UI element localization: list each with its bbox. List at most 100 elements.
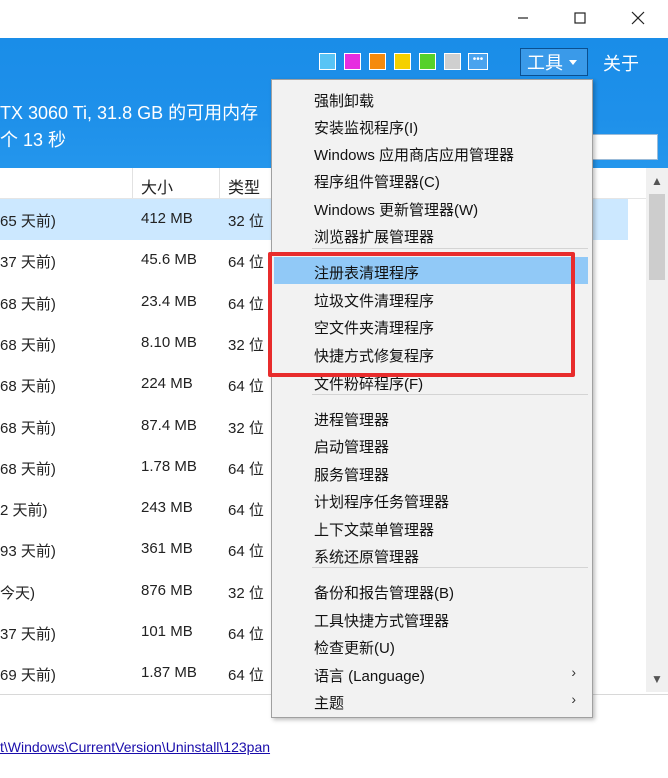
menu-item-label: 强制卸载 (314, 93, 375, 110)
tools-label: 工具 (527, 53, 563, 73)
chevron-down-icon (569, 59, 577, 65)
maximize-button[interactable] (557, 0, 603, 36)
install-date-cell: 37 天前) (0, 254, 56, 272)
menu-separator (312, 248, 588, 249)
search-input[interactable] (590, 134, 658, 160)
menu-item[interactable]: 程序组件管理器(C) (272, 166, 592, 193)
size-cell: 876 MB (141, 581, 193, 599)
tools-menu-button[interactable]: 工具 (520, 48, 588, 76)
type-cell: 64 位 (228, 460, 264, 478)
type-cell: 64 位 (228, 626, 264, 643)
menu-item-label: 语言 (Language) (314, 668, 425, 685)
size-cell: 23.4 MB (141, 292, 197, 310)
type-cell: 64 位 (228, 378, 264, 396)
menu-item[interactable]: Windows 应用商店应用管理器 (272, 139, 592, 166)
install-date-cell: 68 天前) (0, 336, 56, 354)
color-swatch[interactable] (319, 53, 336, 70)
menu-item-label: 启动管理器 (314, 439, 390, 456)
install-date-cell: 68 天前) (0, 378, 56, 396)
type-cell: 32 位 (228, 213, 264, 230)
install-date-cell: 2 天前) (0, 502, 48, 520)
install-date-cell: 37 天前) (0, 626, 56, 643)
install-date-cell: 68 天前) (0, 419, 56, 437)
size-cell: 87.4 MB (141, 416, 197, 434)
install-date-cell: 65 天前) (0, 213, 56, 230)
scroll-up-icon[interactable]: ▲ (646, 170, 668, 192)
color-swatch[interactable] (419, 53, 436, 70)
menu-item[interactable]: 检查更新(U) (272, 632, 592, 659)
size-cell: 412 MB (141, 210, 193, 227)
maximize-icon (574, 12, 586, 24)
scroll-thumb[interactable] (649, 194, 665, 280)
menu-item-label: 上下文菜单管理器 (314, 522, 435, 539)
menu-item-label: 服务管理器 (314, 467, 390, 484)
type-cell: 64 位 (228, 254, 264, 272)
column-separator[interactable] (132, 168, 133, 198)
size-cell: 1.87 MB (141, 664, 197, 682)
menu-item[interactable]: 浏览器扩展管理器 (272, 221, 592, 248)
menu-item[interactable]: 上下文菜单管理器 (272, 514, 592, 541)
registry-path-link[interactable]: t\Windows\CurrentVersion\Uninstall\123pa… (0, 739, 270, 755)
system-info-text: TX 3060 Ti, 31.8 GB 的可用内存 (0, 103, 259, 123)
about-button[interactable]: 关于 (603, 50, 639, 76)
scroll-down-icon[interactable]: ▼ (646, 668, 668, 690)
menu-item[interactable]: 语言 (Language) › (272, 660, 592, 687)
column-type-header[interactable]: 类型 (228, 174, 260, 198)
install-date-cell: 69 天前) (0, 667, 56, 685)
size-cell: 243 MB (141, 499, 193, 517)
size-cell: 8.10 MB (141, 333, 197, 351)
size-cell: 361 MB (141, 540, 193, 558)
column-separator[interactable] (219, 168, 220, 198)
menu-item[interactable]: Windows 更新管理器(W) (272, 194, 592, 221)
menu-item[interactable]: 备份和报告管理器(B) (272, 577, 592, 604)
type-cell: 32 位 (228, 584, 264, 602)
menu-item[interactable]: 服务管理器 (272, 459, 592, 486)
menu-item-label: 备份和报告管理器(B) (314, 585, 454, 602)
type-cell: 64 位 (228, 543, 264, 561)
menu-item-label: 系统还原管理器 (314, 549, 420, 566)
menu-item[interactable]: 系统还原管理器 (272, 541, 592, 568)
menu-item-label: 主题 (314, 695, 345, 712)
close-button[interactable] (615, 0, 661, 36)
size-cell: 224 MB (141, 375, 193, 393)
close-icon (631, 11, 645, 25)
chevron-right-icon: › (571, 691, 576, 707)
minimize-button[interactable] (500, 0, 546, 36)
type-cell: 64 位 (228, 502, 264, 520)
menu-item[interactable]: 主题 › (272, 687, 592, 714)
color-swatch[interactable] (394, 53, 411, 70)
menu-item[interactable]: 启动管理器 (272, 431, 592, 458)
tools-dropdown-menu: 强制卸载安装监视程序(I) Windows 应用商店应用管理器 程序组件管理器(C)… (271, 79, 593, 718)
chevron-right-icon: › (571, 664, 576, 680)
menu-item[interactable]: 进程管理器 (272, 404, 592, 431)
menu-item[interactable]: 工具快捷方式管理器 (272, 605, 592, 632)
type-cell: 32 位 (228, 419, 264, 437)
install-date-cell: 93 天前) (0, 543, 56, 561)
menu-item[interactable]: 安装监视程序(I) (272, 112, 592, 139)
menu-item-label: 安装监视程序(I) (314, 120, 419, 137)
menu-item[interactable]: 强制卸载 (272, 85, 592, 112)
type-cell: 64 位 (228, 295, 264, 313)
menu-item[interactable]: 计划程序任务管理器 (272, 486, 592, 513)
minimize-icon (518, 17, 528, 19)
install-date-cell: 68 天前) (0, 295, 56, 313)
column-size-header[interactable]: 大小 (141, 174, 173, 198)
title-bar (0, 0, 668, 38)
type-cell: 64 位 (228, 667, 264, 685)
color-swatch[interactable] (344, 53, 361, 70)
menu-item-label: 程序组件管理器(C) (314, 174, 440, 191)
color-swatch[interactable] (444, 53, 461, 70)
menu-item-label: 工具快捷方式管理器 (314, 613, 450, 630)
time-info-text: 个 13 秒 (0, 130, 67, 150)
highlight-annotation-box (268, 252, 575, 377)
more-colors-button[interactable]: ••• (468, 53, 488, 70)
size-cell: 45.6 MB (141, 251, 197, 269)
color-swatch[interactable] (369, 53, 386, 70)
menu-item-label: 计划程序任务管理器 (314, 494, 450, 511)
menu-item-label: 进程管理器 (314, 412, 390, 429)
vertical-scrollbar[interactable]: ▲ ▼ (646, 168, 668, 692)
menu-item-label: 检查更新(U) (314, 640, 395, 657)
install-date-cell: 今天) (0, 584, 35, 602)
size-cell: 1.78 MB (141, 457, 197, 475)
menu-item-label: Windows 应用商店应用管理器 (314, 147, 515, 164)
